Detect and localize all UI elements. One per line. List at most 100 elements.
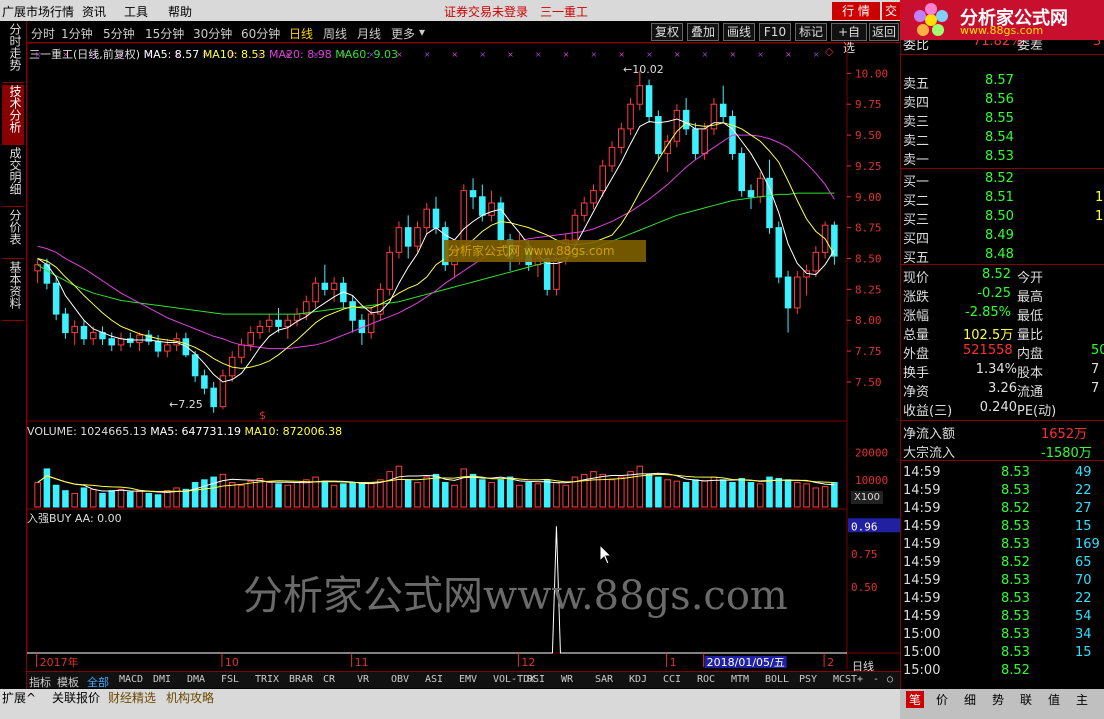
add-watchlist-button[interactable]: +自选: [831, 23, 867, 55]
settings-diamond-icon[interactable]: ◇: [825, 45, 833, 58]
indicator-tab-17[interactable]: ROC: [697, 674, 715, 685]
tick-row: 14:59 8.53 22: [901, 590, 1104, 609]
tab-indicator[interactable]: 指标: [29, 674, 51, 690]
volume-bar: [154, 494, 162, 508]
ask-row[interactable]: 卖一 8.53: [901, 148, 1104, 168]
indicator-tab-13[interactable]: WR: [561, 674, 573, 685]
tab-template[interactable]: 模板: [57, 674, 79, 690]
period-60min[interactable]: 60分钟: [241, 25, 280, 42]
tab-intraday[interactable]: 分时走势: [2, 23, 24, 83]
more-triangle-icon[interactable]: ▾: [419, 25, 425, 39]
menu-item-market[interactable]: 广展市场行情: [2, 3, 74, 20]
indicator-tab-20[interactable]: PSY: [799, 674, 817, 685]
indicator-tab-0[interactable]: MACD: [119, 674, 143, 685]
indicator-tab-14[interactable]: SAR: [595, 674, 613, 685]
circle-icon[interactable]: ○: [887, 674, 893, 685]
back-button[interactable]: 返回: [869, 23, 899, 41]
menu-item-news[interactable]: 资讯: [82, 3, 106, 20]
ask-row[interactable]: 卖二 8.54: [901, 129, 1104, 149]
ask-row[interactable]: 卖三 8.55: [901, 110, 1104, 130]
ask-price: 8.54: [985, 130, 1014, 145]
bid-row[interactable]: 买五 8.48: [901, 246, 1104, 266]
period-15min[interactable]: 15分钟: [145, 25, 184, 42]
tick-row: 14:59 8.53 54: [901, 608, 1104, 627]
marker-x: ×: [535, 50, 542, 59]
indicator-tab-21[interactable]: MCST: [833, 674, 857, 685]
indicator-tab-7[interactable]: VR: [357, 674, 369, 685]
period-1min[interactable]: 1分钟: [61, 25, 93, 42]
price-tick-label: 7.50: [855, 376, 882, 389]
volume-bar: [441, 482, 449, 508]
indicator-tab-2[interactable]: DMA: [187, 674, 205, 685]
tick-price: 8.53: [1001, 627, 1030, 642]
indicator-tab-6[interactable]: CR: [323, 674, 335, 685]
ask-row[interactable]: 卖四 8.56: [901, 91, 1104, 111]
candle-body: [80, 325, 88, 340]
volume-bar: [210, 476, 217, 508]
overlay-button[interactable]: 叠加: [687, 23, 719, 41]
plus-icon[interactable]: +: [857, 674, 863, 685]
period-monthly[interactable]: 月线: [357, 25, 381, 42]
expand-button[interactable]: 扩展^: [2, 689, 36, 706]
indicator-tab-1[interactable]: DMI: [153, 674, 171, 685]
candle-body: [692, 128, 699, 155]
tab-link[interactable]: 联: [1020, 691, 1032, 708]
bid-row[interactable]: 买四 8.49: [901, 227, 1104, 247]
period-tick[interactable]: 分时: [31, 25, 55, 42]
finance-picks-tab[interactable]: 财经精选: [108, 689, 156, 706]
tab-all[interactable]: 全部: [87, 674, 109, 690]
bid-row[interactable]: 买三 8.50 1: [901, 208, 1104, 228]
indicator-tab-8[interactable]: OBV: [391, 674, 409, 685]
bid-row[interactable]: 买二 8.51 1: [901, 189, 1104, 209]
signal-marker-icon: $: [259, 409, 266, 422]
related-quote-tab[interactable]: 关联报价: [52, 689, 100, 706]
menu-item-help[interactable]: 帮助: [168, 3, 192, 20]
tab-price-table[interactable]: 分价表: [2, 209, 24, 259]
indicator-tab-4[interactable]: TRIX: [255, 674, 279, 685]
menu-item-tools[interactable]: 工具: [124, 3, 148, 20]
tab-main[interactable]: 主: [1076, 691, 1088, 708]
period-more[interactable]: 更多: [391, 25, 415, 42]
indicator-tab-16[interactable]: CCI: [663, 674, 681, 685]
trade-button[interactable]: 交: [882, 2, 900, 20]
candle-body: [627, 103, 634, 130]
institution-strategy-tab[interactable]: 机构攻略: [166, 689, 214, 706]
stat-label-2: 最高: [1017, 290, 1044, 305]
period-30min[interactable]: 30分钟: [193, 25, 232, 42]
indicator-tick-label: 0.75: [851, 548, 878, 561]
indicator-tab-9[interactable]: ASI: [425, 674, 443, 685]
tab-trend[interactable]: 势: [992, 691, 1004, 708]
tab-technical[interactable]: 技术分析: [2, 85, 24, 145]
chart-area[interactable]: 10.00 9.75 9.50 9.25 9.00 8.75 8.50 8.25 8.00 7.7…: [27, 43, 900, 673]
volume-bar: [710, 476, 718, 508]
tab-fundamentals[interactable]: 基本资料: [2, 261, 24, 321]
tab-value[interactable]: 值: [1048, 691, 1060, 708]
tab-price[interactable]: 价: [936, 691, 948, 708]
tab-ticks[interactable]: 笔: [906, 691, 925, 708]
period-weekly[interactable]: 周线: [323, 25, 347, 42]
bid-row[interactable]: 买一 8.52: [901, 170, 1104, 190]
draw-button[interactable]: 画线: [723, 23, 755, 41]
volume-bar: [553, 482, 560, 508]
volume-bar: [340, 483, 347, 508]
mark-button[interactable]: 标记: [795, 23, 827, 41]
minus-icon[interactable]: -: [873, 674, 879, 685]
ma20-legend: MA20: 8.98: [269, 48, 332, 61]
stat-value: 102.5万: [963, 328, 1014, 343]
indicator-tab-18[interactable]: MTM: [731, 674, 749, 685]
indicator-tab-10[interactable]: EMV: [459, 674, 477, 685]
tab-trade-detail[interactable]: 成交明细: [2, 147, 24, 207]
indicator-tab-5[interactable]: BRAR: [289, 674, 313, 685]
f10-button[interactable]: F10: [759, 23, 791, 41]
indicator-tab-3[interactable]: FSL: [221, 674, 239, 685]
period-daily[interactable]: 日线: [289, 25, 313, 42]
indicator-tab-12[interactable]: RSI: [527, 674, 545, 685]
candle-body: [479, 196, 486, 216]
ask-row[interactable]: 卖五 8.57: [901, 72, 1104, 92]
indicator-tab-19[interactable]: BOLL: [765, 674, 789, 685]
tab-detail[interactable]: 细: [964, 691, 976, 708]
adjust-button[interactable]: 复权: [651, 23, 683, 41]
period-5min[interactable]: 5分钟: [103, 25, 135, 42]
quote-button[interactable]: 行 情: [832, 2, 880, 20]
indicator-tab-15[interactable]: KDJ: [629, 674, 647, 685]
